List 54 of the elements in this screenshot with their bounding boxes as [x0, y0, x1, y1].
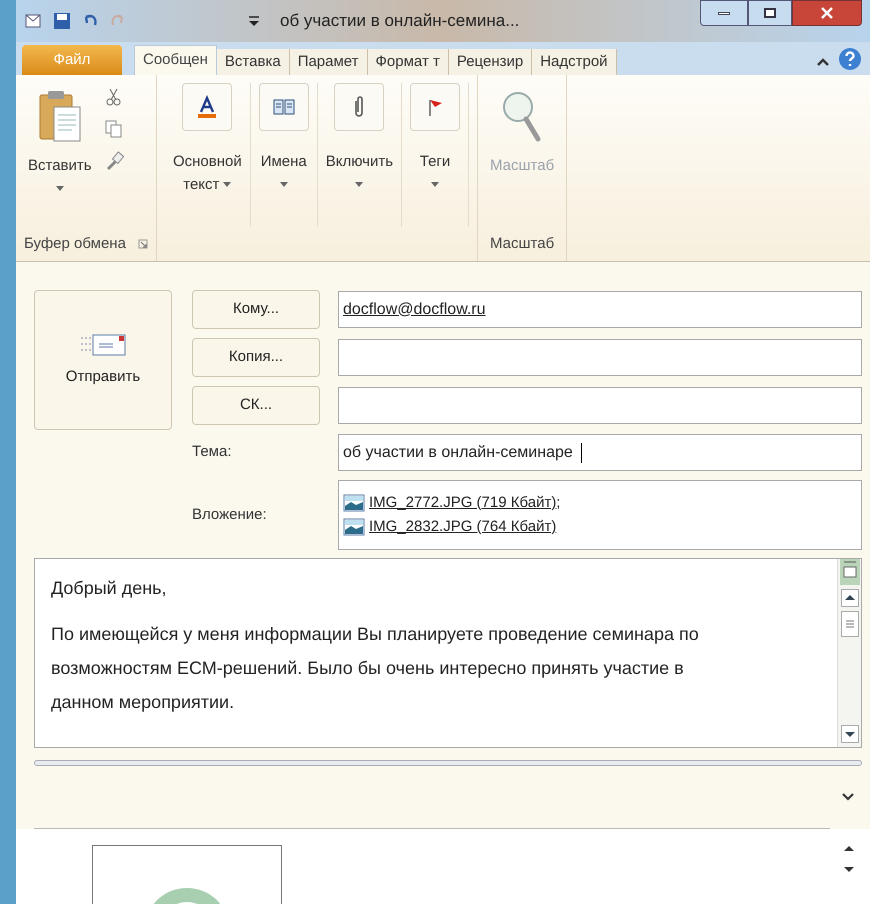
- greeting-text: Добрый день,: [51, 577, 168, 600]
- save-icon: [52, 11, 72, 31]
- envelope-icon: [79, 332, 127, 358]
- address-button[interactable]: Копия...: [192, 338, 320, 377]
- include-button[interactable]: Включить: [318, 83, 402, 227]
- tags-button[interactable]: Теги: [402, 83, 470, 227]
- ribbon-tab[interactable]: Формат т: [368, 49, 449, 75]
- scroll-down-icon[interactable]: [844, 867, 854, 873]
- names-button[interactable]: Имена: [250, 83, 318, 227]
- scroll-down-icon[interactable]: [840, 725, 858, 743]
- dialog-launcher-icon[interactable]: [138, 239, 148, 249]
- address-field[interactable]: [338, 387, 862, 424]
- address-field[interactable]: docflow@docflow.ru: [338, 291, 862, 328]
- ribbon-tab[interactable]: Сообщен: [134, 45, 217, 75]
- attachment-label: Вложение:: [192, 504, 268, 525]
- maximize-button[interactable]: [748, 0, 792, 26]
- caret-icon: [280, 182, 288, 186]
- scroll-thumb-icon[interactable]: [840, 611, 858, 637]
- group-label: Масштаб: [490, 234, 554, 254]
- help-icon[interactable]: [838, 47, 862, 71]
- ribbon-tab[interactable]: Рецензир: [448, 49, 532, 75]
- paste-button[interactable]: Вставить: [24, 83, 96, 227]
- caret-icon: [355, 182, 364, 186]
- image-file-icon: [343, 518, 365, 536]
- close-icon: [820, 7, 834, 19]
- address-button[interactable]: СК...: [192, 386, 320, 425]
- caret-icon: [56, 186, 64, 190]
- address-button[interactable]: Кому...: [192, 290, 320, 329]
- text-button[interactable]: Основной текст: [164, 83, 251, 227]
- close-button[interactable]: [792, 0, 862, 26]
- subject-label: Тема:: [192, 442, 232, 462]
- expand-chevron-icon[interactable]: [842, 793, 854, 801]
- collapse-ribbon-icon[interactable]: [816, 57, 830, 67]
- split-icon[interactable]: [840, 559, 860, 585]
- group-label: Буфер обмена: [24, 234, 126, 254]
- copy-icon: [104, 119, 124, 139]
- attachment-link[interactable]: IMG_2832.JPG (764 Кбайт): [343, 516, 857, 538]
- book-icon: [272, 97, 296, 117]
- body-paragraph: По имеющейся у меня информации Вы планируете проведение семинара по возможностям ЕСМ-решений. Было бы очень интересно принять участие в данном мероприятии.: [51, 623, 700, 714]
- attachment-link[interactable]: IMG_2772.JPG (719 Кбайт);: [343, 492, 857, 514]
- ribbon-tab[interactable]: Парамет: [290, 49, 368, 75]
- send-button[interactable]: Отправить: [34, 290, 172, 430]
- scroll-up-icon[interactable]: [840, 589, 858, 607]
- ribbon-tab[interactable]: Надстрой: [532, 49, 617, 75]
- ribbon-tab[interactable]: Вставка: [216, 49, 290, 75]
- minimize-button[interactable]: [700, 0, 748, 26]
- caret-icon: [223, 182, 232, 188]
- address-field[interactable]: [338, 339, 862, 376]
- image-file-icon: [343, 494, 365, 512]
- subject-field[interactable]: об участии в онлайн-семинаре: [338, 434, 862, 471]
- caret-icon: [431, 182, 440, 186]
- window-title: об участии в онлайн-семина...: [280, 10, 520, 32]
- clipboard-icon: [38, 89, 82, 143]
- scroll-up-icon[interactable]: [844, 845, 854, 851]
